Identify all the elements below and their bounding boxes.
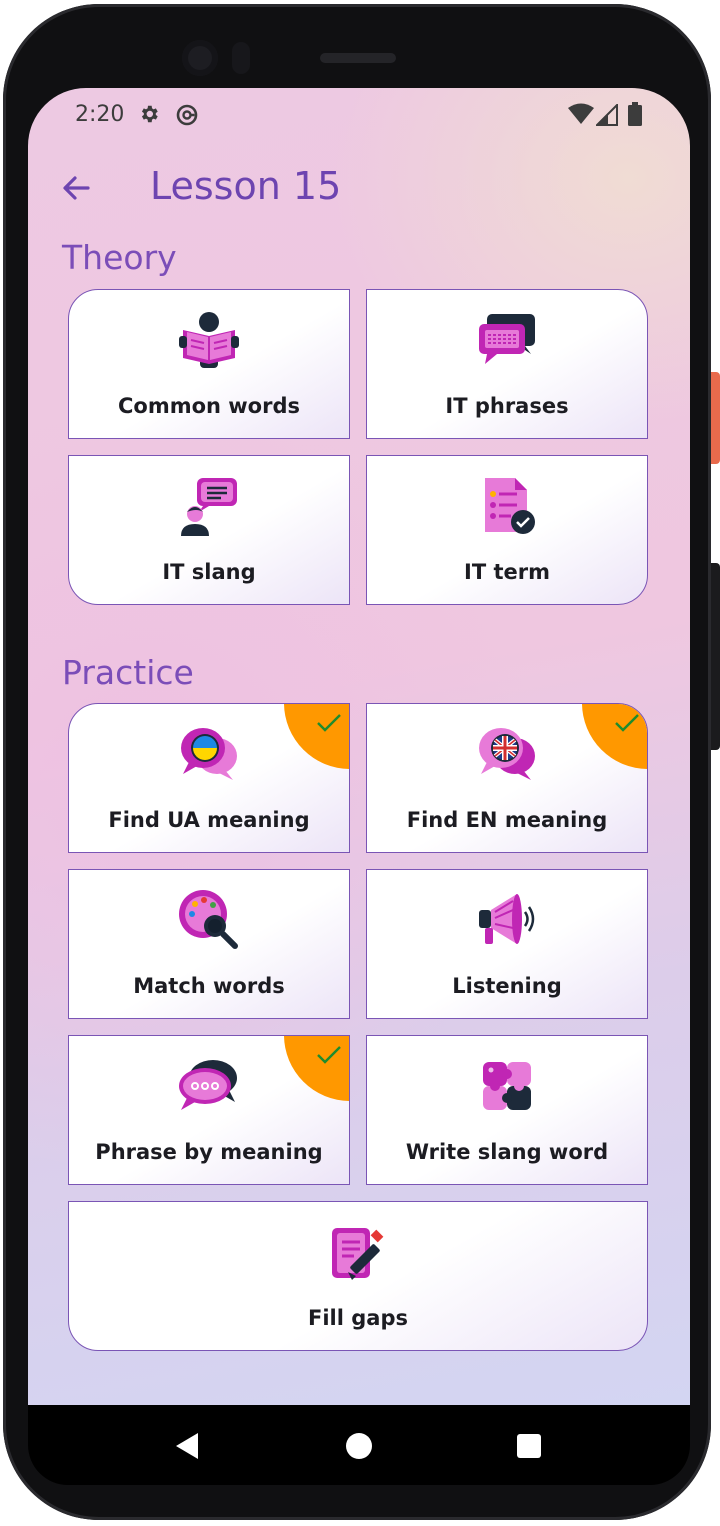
card-phrase-by-meaning[interactable]: Phrase by meaning (68, 1035, 350, 1185)
app-screen: 2:20 Lesson 15 Theory Common words IT ph… (28, 88, 690, 1405)
card-it-phrases[interactable]: IT phrases (366, 289, 648, 439)
check-icon (317, 714, 341, 732)
card-fill-gaps[interactable]: Fill gaps (68, 1201, 648, 1351)
card-label: Write slang word (405, 1140, 609, 1164)
person-chat-icon (181, 478, 237, 536)
signal-icon (594, 102, 618, 130)
completed-badge (284, 1036, 349, 1101)
completed-badge (582, 704, 647, 769)
palette-magnifier-icon (179, 890, 238, 949)
card-label: IT slang (162, 560, 256, 584)
status-bar: 2:20 (28, 88, 690, 144)
card-find-ua-meaning[interactable]: Find UA meaning (68, 703, 350, 853)
check-icon (317, 1046, 341, 1064)
section-heading-practice: Practice (62, 653, 194, 692)
card-listening[interactable]: Listening (366, 869, 648, 1019)
front-camera (182, 40, 218, 76)
back-button[interactable] (56, 168, 96, 208)
card-label: Fill gaps (308, 1306, 408, 1330)
ukraine-flag-chat-icon (181, 728, 237, 780)
puzzle-icon (483, 1062, 531, 1110)
section-heading-theory: Theory (62, 238, 177, 277)
power-button (711, 372, 720, 464)
sensor (232, 42, 250, 74)
nav-home-icon[interactable] (346, 1433, 372, 1459)
notepad-pencil-icon (332, 1228, 384, 1280)
uk-flag-chat-icon (479, 728, 535, 780)
nav-recents-icon[interactable] (517, 1434, 541, 1458)
card-label: Phrase by meaning (95, 1140, 323, 1164)
card-find-en-meaning[interactable]: Find EN meaning (366, 703, 648, 853)
chat-keyboard-icon (479, 314, 535, 364)
document-check-icon (485, 478, 535, 534)
status-time: 2:20 (75, 102, 125, 127)
card-label: IT phrases (445, 394, 569, 418)
card-write-slang-word[interactable]: Write slang word (366, 1035, 648, 1185)
card-label: IT term (464, 560, 550, 584)
card-common-words[interactable]: Common words (68, 289, 350, 439)
earpiece-speaker (320, 53, 396, 63)
page-title: Lesson 15 (150, 164, 342, 208)
wifi-icon (567, 103, 595, 129)
system-navigation-bar (28, 1405, 690, 1485)
card-label: Find EN meaning (406, 808, 608, 832)
card-label: Common words (117, 394, 300, 418)
card-it-slang[interactable]: IT slang (68, 455, 350, 605)
card-label: Listening (452, 974, 562, 998)
volume-button (711, 563, 720, 750)
nav-back-icon[interactable] (174, 1431, 200, 1461)
chat-bubbles-icon (179, 1060, 237, 1110)
arrow-left-icon (63, 176, 90, 200)
megaphone-icon (479, 894, 535, 944)
check-icon (615, 714, 639, 732)
card-label: Find UA meaning (108, 808, 310, 832)
card-label: Match words (133, 974, 285, 998)
card-it-term[interactable]: IT term (366, 455, 648, 605)
card-match-words[interactable]: Match words (68, 869, 350, 1019)
battery-icon (628, 102, 642, 130)
sync-icon (175, 103, 199, 131)
reading-book-icon (179, 312, 239, 368)
gear-icon (138, 103, 160, 129)
completed-badge (284, 704, 349, 769)
